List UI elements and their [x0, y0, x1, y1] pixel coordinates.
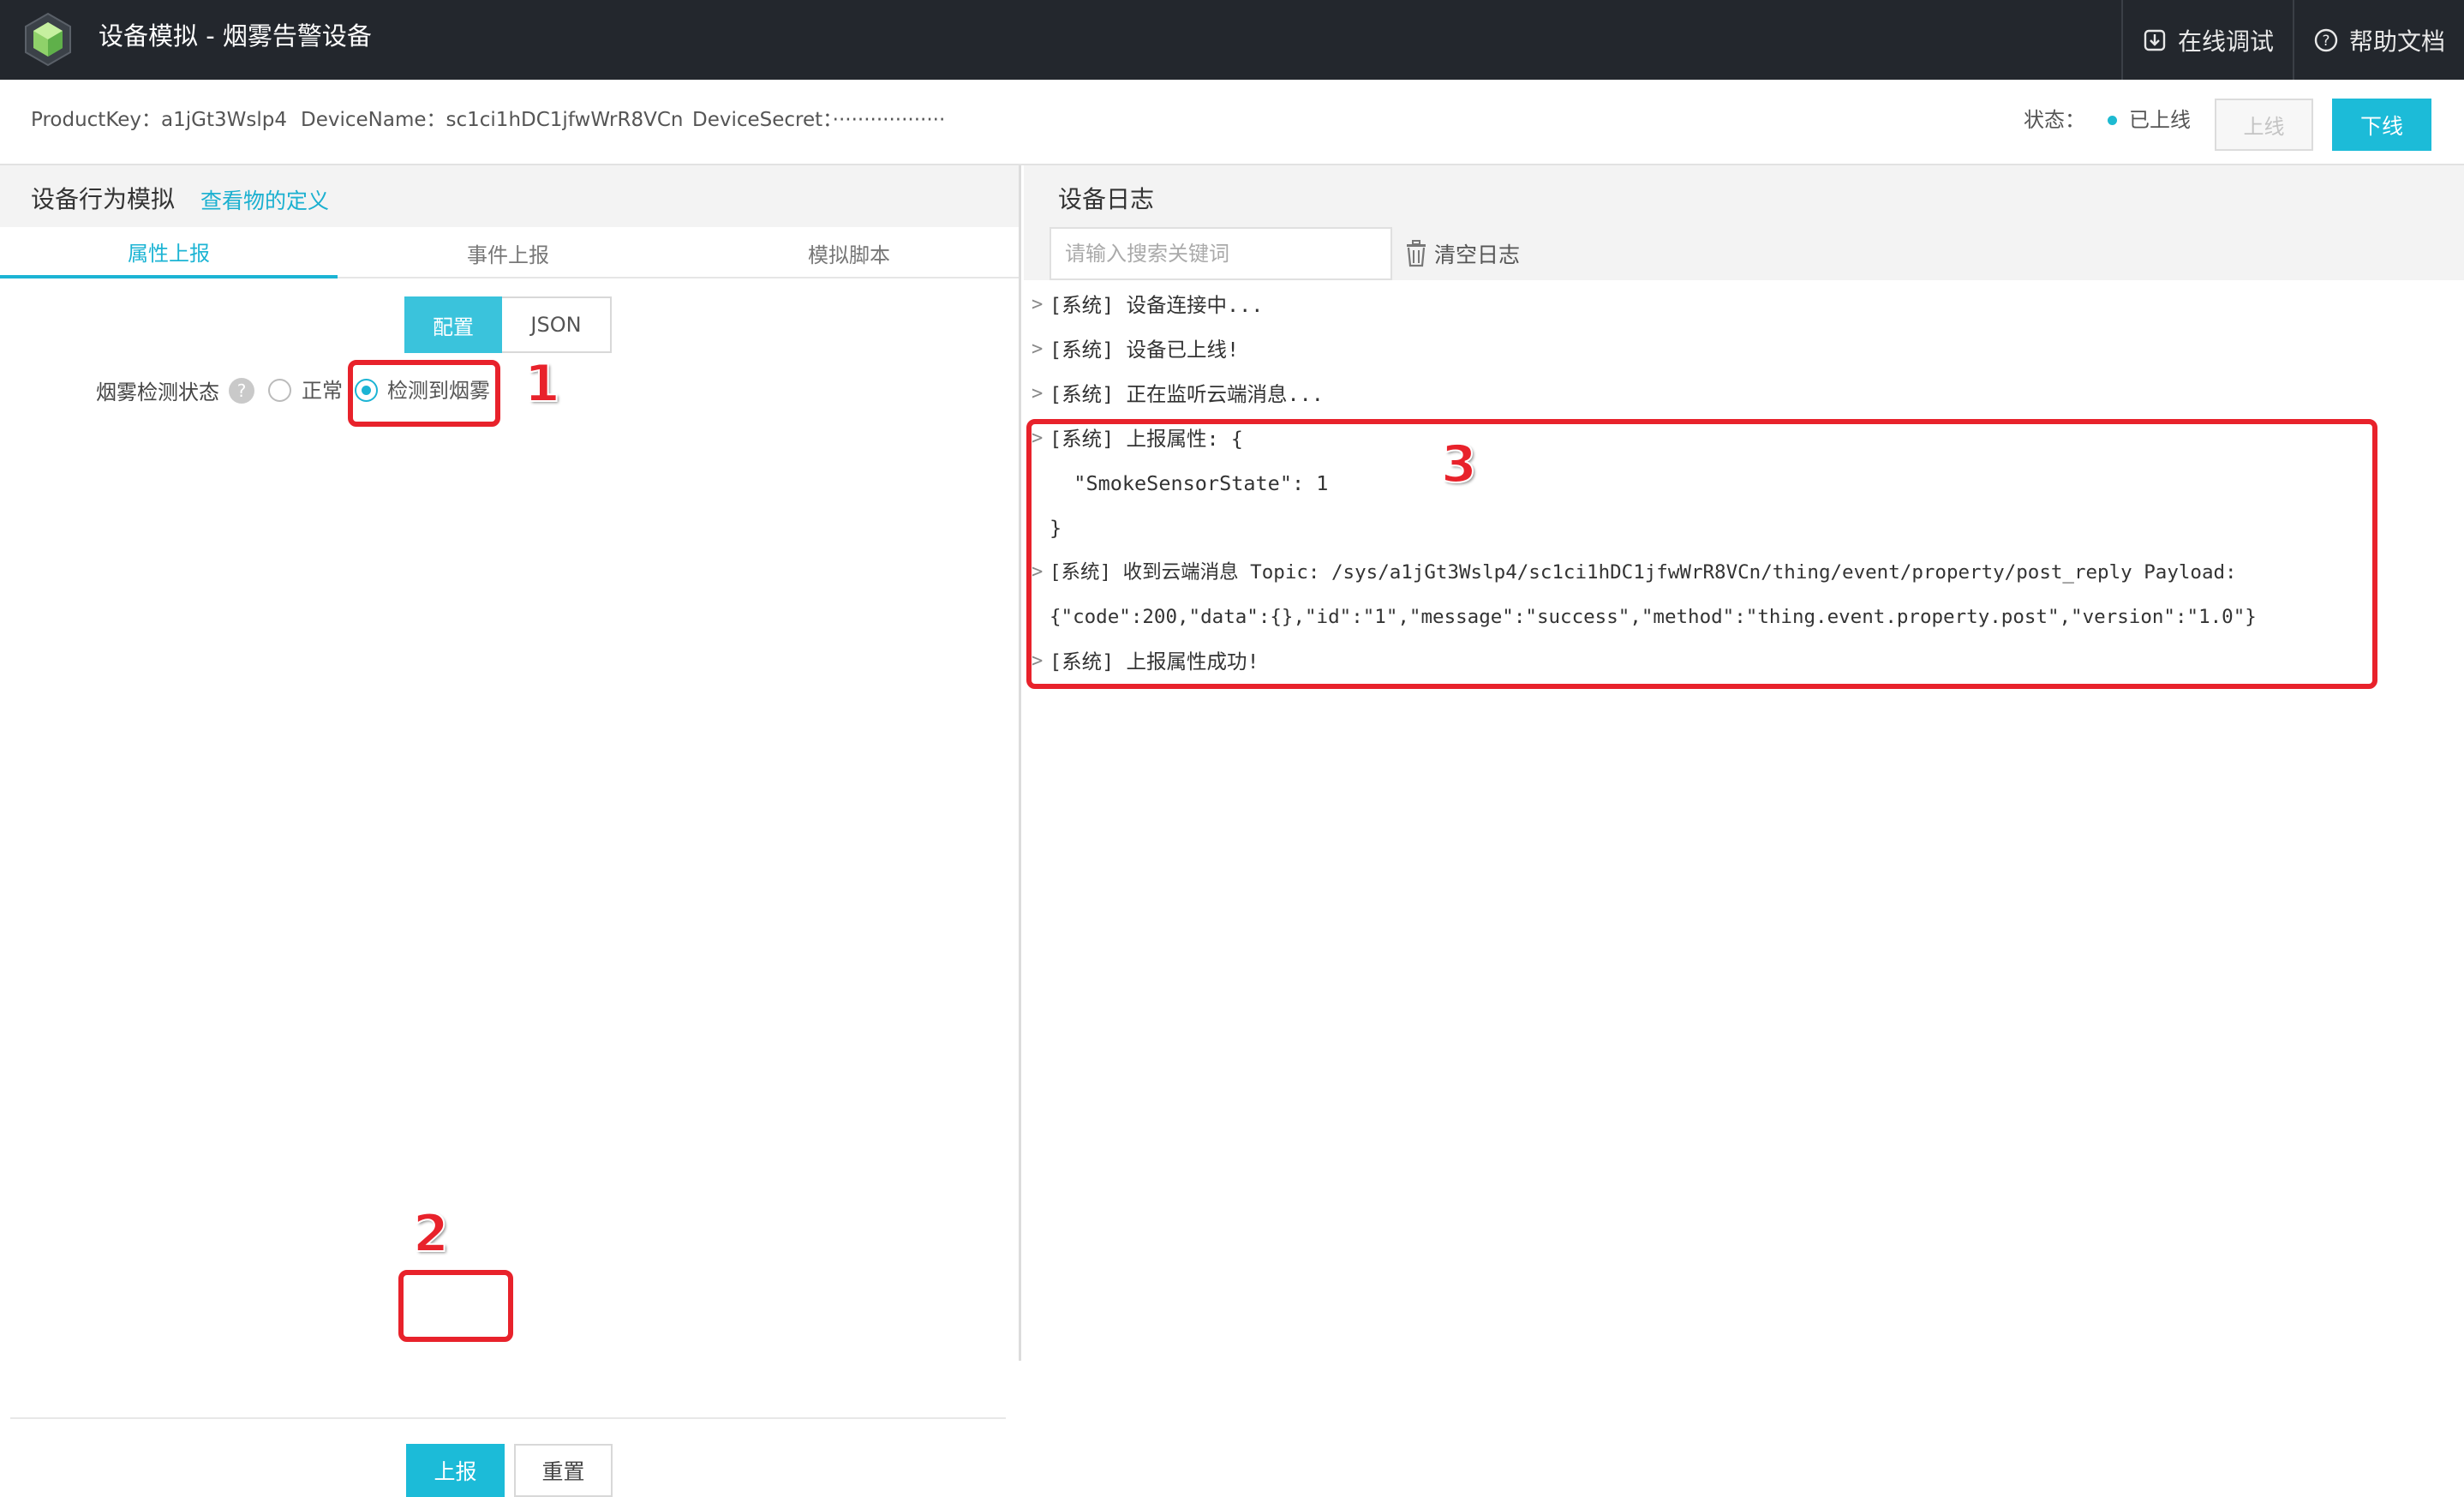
log-panel-header: 设备日志 [1024, 165, 2464, 227]
log-expand-icon[interactable]: > [1032, 290, 1043, 320]
view-thing-model-link[interactable]: 查看物的定义 [200, 184, 329, 215]
trash-icon [1407, 240, 1426, 267]
tab-simulation-script[interactable]: 模拟脚本 [679, 227, 1020, 278]
log-line: [系统] 正在监听云端消息... [1050, 382, 1324, 406]
online-debug-label: 在线调试 [2177, 27, 2274, 56]
top-actions: 在线调试 ? 帮助文档 [2120, 0, 2464, 80]
log-panel-title: 设备日志 [1058, 185, 1155, 213]
annotation-number-3: 3 [1440, 434, 1478, 494]
clear-log-button[interactable]: 清空日志 [1403, 227, 1520, 280]
report-button[interactable]: 上报 [406, 1444, 505, 1497]
device-status: 状态： 已上线 [2024, 105, 2191, 135]
status-label: 状态： [2024, 108, 2085, 132]
question-circle-icon: ? [2314, 28, 2338, 51]
download-icon [2144, 29, 2166, 51]
annotation-number-2: 2 [412, 1204, 450, 1264]
tab-event-report[interactable]: 事件上报 [338, 227, 679, 278]
device-name: DeviceName：sc1ci1hDC1jfwWrR8VCn [301, 109, 684, 131]
svg-text:?: ? [2322, 33, 2329, 50]
product-key: ProductKey：a1jGt3Wslp4 [31, 109, 287, 131]
log-expand-icon[interactable]: > [1032, 380, 1043, 409]
log-line: [系统] 设备已上线! [1050, 338, 1240, 362]
radio-normal-label: 正常 [302, 379, 343, 403]
tab-property-report[interactable]: 属性上报 [0, 227, 338, 278]
device-log-panel: 设备日志 清空日志 > [系统] 设备连接中... > [系统] 设备已上线! … [1024, 165, 2464, 1361]
log-expand-icon[interactable]: > [1032, 335, 1043, 364]
annotation-box-1 [348, 360, 500, 427]
divider [10, 1417, 1006, 1419]
annotation-number-1: 1 [523, 354, 561, 414]
tab-bar: 属性上报 事件上报 模拟脚本 [0, 227, 1019, 278]
online-button[interactable]: 上线 [2215, 99, 2313, 151]
log-line: [系统] 设备连接中... [1050, 293, 1264, 317]
behavior-simulation-panel: 设备行为模拟 查看物的定义 属性上报 事件上报 模拟脚本 配置 JSON 烟雾检… [0, 165, 1021, 1497]
device-info-bar: ProductKey：a1jGt3Wslp4 DeviceName：sc1ci1… [0, 80, 2464, 165]
smoke-state-label: 烟雾检测状态 [96, 380, 219, 404]
clear-log-label: 清空日志 [1434, 243, 1521, 267]
online-debug-button[interactable]: 在线调试 [2120, 0, 2293, 80]
log-toolbar: 清空日志 [1024, 227, 2464, 280]
offline-button[interactable]: 下线 [2332, 99, 2431, 151]
radio-normal[interactable] [268, 379, 291, 402]
device-secret: DeviceSecret：·················· [692, 109, 946, 131]
app-logo-icon [19, 10, 77, 69]
page-title: 设备模拟 - 烟雾告警设备 [99, 21, 372, 51]
annotation-box-3 [1026, 419, 2377, 689]
help-icon[interactable]: ? [229, 378, 254, 404]
help-docs-button[interactable]: ? 帮助文档 [2292, 0, 2464, 80]
panel-header: 设备行为模拟 查看物的定义 [0, 165, 1019, 227]
help-docs-label: 帮助文档 [2348, 27, 2445, 56]
status-value: 已上线 [2129, 108, 2191, 132]
mode-config-button[interactable]: 配置 [404, 296, 502, 353]
status-dot-icon [2108, 115, 2117, 125]
reset-button[interactable]: 重置 [514, 1444, 613, 1497]
annotation-box-2 [398, 1270, 513, 1342]
log-search-input[interactable] [1050, 227, 1392, 280]
top-bar: 设备模拟 - 烟雾告警设备 在线调试 ? 帮助文档 [0, 0, 2464, 80]
panel-title: 设备行为模拟 [31, 185, 176, 213]
mode-json-button[interactable]: JSON [502, 296, 612, 353]
